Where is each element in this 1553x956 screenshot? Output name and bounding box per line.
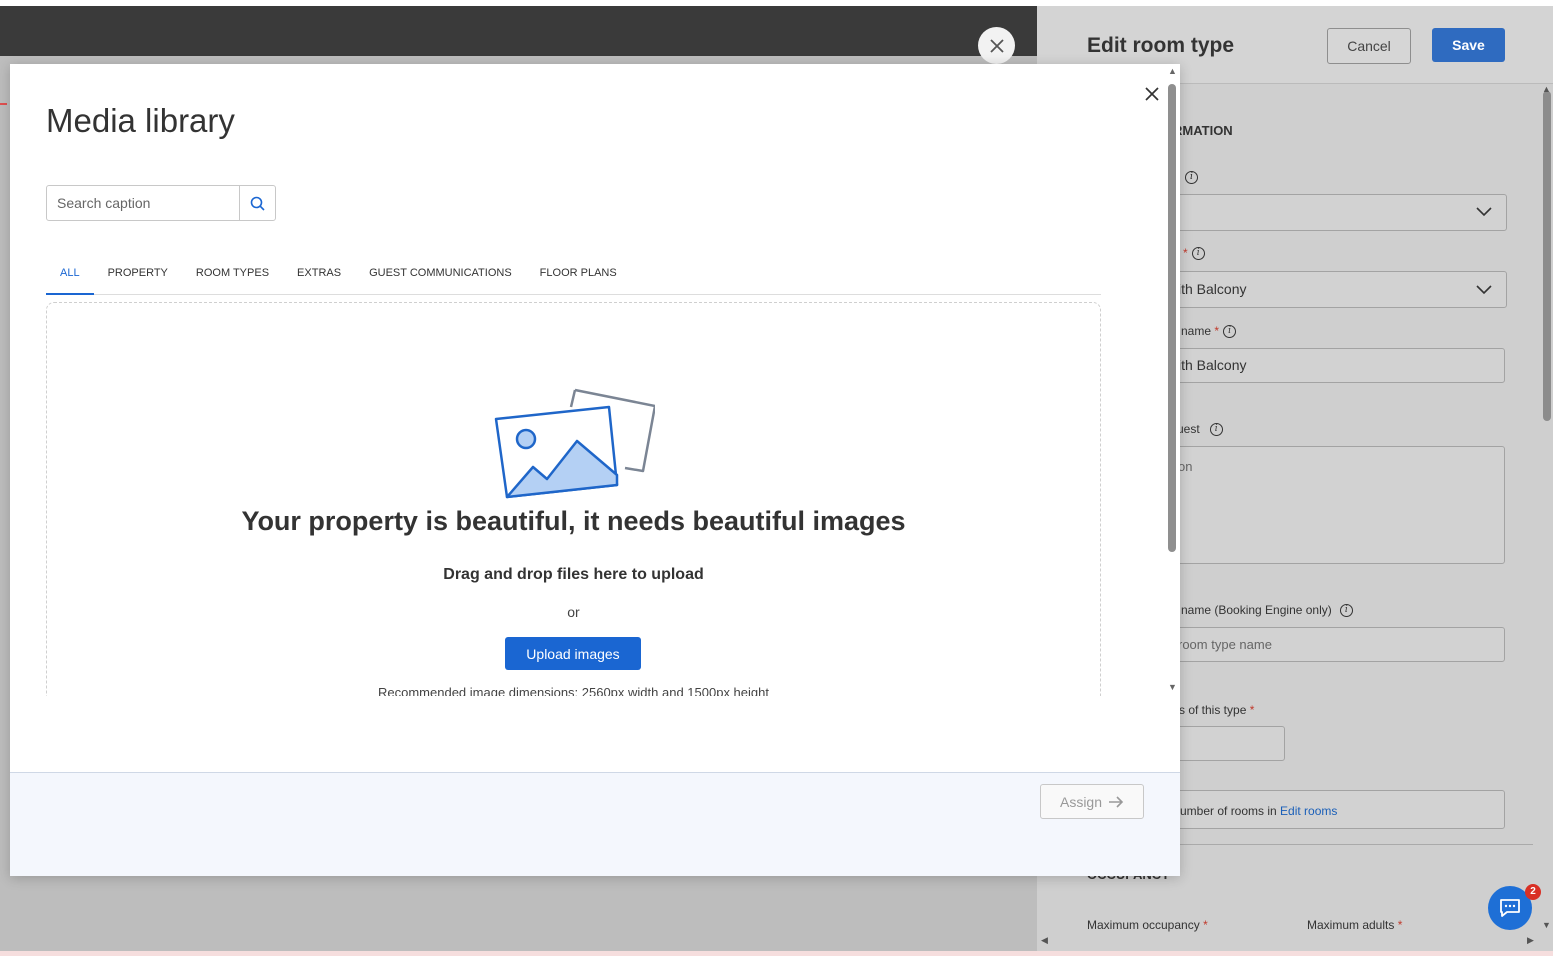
- modal-scrollbar[interactable]: [1168, 84, 1176, 552]
- tab-all[interactable]: ALL: [46, 259, 94, 295]
- field5-label-text: e name (Booking Engine only): [1171, 603, 1332, 617]
- search-caption-input[interactable]: [47, 186, 239, 220]
- content-mask: [10, 696, 1170, 776]
- tab-extras[interactable]: EXTRAS: [283, 259, 355, 295]
- close-icon: [1145, 87, 1159, 101]
- background-topbar: [0, 6, 1037, 56]
- edit-rooms-link[interactable]: Edit rooms: [1280, 804, 1337, 818]
- scroll-left-arrow[interactable]: ◀: [1041, 935, 1048, 946]
- field6-label-text: s of this type: [1179, 703, 1247, 717]
- required-marker: *: [1183, 246, 1188, 260]
- room-type-field-1[interactable]: [1157, 194, 1507, 231]
- save-button[interactable]: Save: [1432, 28, 1505, 62]
- tab-room-types[interactable]: ROOM TYPES: [182, 259, 283, 295]
- field2-value: ith Balcony: [1178, 281, 1247, 297]
- image-placeholder-icon: [494, 388, 655, 499]
- scroll-down-arrow[interactable]: ▼: [1542, 920, 1551, 930]
- modal-title: Media library: [46, 102, 235, 139]
- rooms-note-text: umber of rooms in Edit rooms: [1180, 804, 1337, 818]
- rooms-note-label: umber of rooms in: [1180, 804, 1277, 818]
- dropzone-heading: Your property is beautiful, it needs bea…: [241, 506, 906, 536]
- field3-value: ith Balcony: [1178, 357, 1247, 373]
- max-adults-text: Maximum adults: [1307, 918, 1395, 932]
- modal-scroll-down-arrow[interactable]: ▼: [1168, 682, 1177, 692]
- window-bottom-strip: [0, 951, 1553, 956]
- field4-label: uest i: [1177, 422, 1223, 437]
- description-textarea[interactable]: on: [1157, 446, 1505, 564]
- field5-placeholder: room type name: [1178, 637, 1272, 652]
- field4-label-text: uest: [1177, 422, 1200, 436]
- info-icon[interactable]: i: [1339, 604, 1353, 618]
- tab-guest-communications[interactable]: GUEST COMMUNICATIONS: [355, 259, 526, 295]
- cancel-button[interactable]: Cancel: [1327, 28, 1411, 64]
- dropzone-or-text: or: [567, 604, 580, 620]
- arrow-right-icon: [1109, 795, 1124, 808]
- chat-unread-badge: 2: [1525, 884, 1541, 900]
- booking-engine-name-input[interactable]: room type name: [1157, 627, 1505, 662]
- assign-button[interactable]: Assign: [1040, 784, 1144, 819]
- field3-label: e name * i: [1171, 324, 1237, 339]
- modal-close-button[interactable]: [1141, 83, 1163, 105]
- chat-icon: [1500, 899, 1520, 917]
- scroll-up-arrow[interactable]: ▲: [1542, 84, 1551, 94]
- max-adults-label: Maximum adults *: [1307, 918, 1403, 932]
- background-mark: [0, 103, 7, 105]
- assign-label: Assign: [1059, 793, 1103, 810]
- scroll-right-arrow[interactable]: ▶: [1527, 935, 1534, 946]
- field2-label: * i: [1183, 246, 1205, 261]
- max-occupancy-label: Maximum occupancy *: [1087, 918, 1208, 932]
- field4-value: on: [1178, 459, 1193, 474]
- panel-title: Edit room type: [1087, 34, 1235, 57]
- max-occupancy-text: Maximum occupancy: [1087, 918, 1200, 932]
- upload-images-button[interactable]: Upload images: [505, 637, 641, 670]
- background-close-button[interactable]: [978, 27, 1015, 64]
- chevron-down-icon: [1476, 207, 1492, 217]
- chevron-down-icon: [1476, 285, 1492, 295]
- info-icon[interactable]: i: [1185, 171, 1198, 184]
- search-caption-box: [46, 185, 276, 221]
- panel-scrollbar[interactable]: [1543, 91, 1551, 421]
- field6-label: s of this type *: [1179, 703, 1255, 717]
- room-type-field-2[interactable]: ith Balcony: [1157, 271, 1507, 308]
- info-icon[interactable]: i: [1209, 423, 1223, 437]
- info-icon[interactable]: i: [1223, 325, 1237, 339]
- close-icon: [989, 38, 1004, 53]
- modal-footer: Assign: [10, 772, 1180, 876]
- search-button[interactable]: [239, 186, 275, 220]
- modal-scroll-up-arrow[interactable]: ▲: [1168, 66, 1177, 76]
- tab-property[interactable]: PROPERTY: [94, 259, 182, 295]
- info-icon[interactable]: i: [1191, 247, 1205, 261]
- section-information-heading: RMATION: [1173, 123, 1233, 138]
- field5-label: e name (Booking Engine only) i: [1171, 603, 1353, 618]
- search-icon: [250, 196, 265, 211]
- dropzone-drag-text: Drag and drop files here to upload: [443, 566, 704, 583]
- tab-floor-plans[interactable]: FLOOR PLANS: [526, 259, 631, 295]
- media-library-modal: Media library ALL PROPERTY ROOM TYPES EX…: [10, 64, 1180, 876]
- room-type-name-input[interactable]: ith Balcony: [1157, 348, 1505, 383]
- media-tabs: ALL PROPERTY ROOM TYPES EXTRAS GUEST COM…: [46, 259, 1101, 295]
- rooms-note-box: umber of rooms in Edit rooms: [1157, 790, 1505, 829]
